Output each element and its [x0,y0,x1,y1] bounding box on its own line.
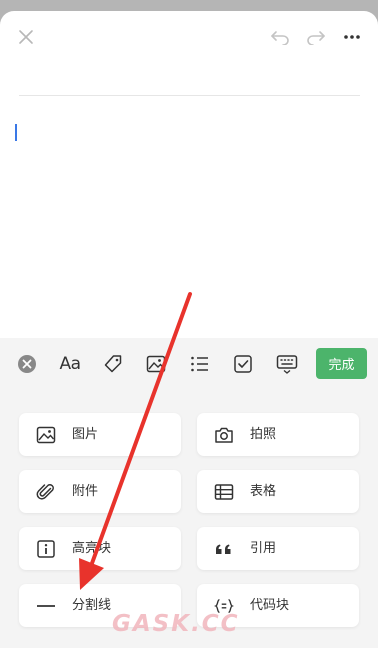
insert-quote-button[interactable]: 引用 [197,527,359,570]
editor-sheet: Aa 完成 图片 拍照 附件 表格 高亮块 引用 分割线 代码块 [0,11,378,648]
more-icon[interactable] [340,25,364,49]
close-circle-icon[interactable] [14,351,40,377]
title-divider [19,95,360,96]
insert-image-label: 图片 [72,427,99,442]
editor-topbar [0,11,378,63]
close-icon[interactable] [14,25,38,49]
watermark-text: GASK.CC [112,611,240,637]
table-icon [214,482,234,502]
font-label: Aa [59,354,81,374]
tag-icon[interactable] [100,351,126,377]
insert-code-block-label: 代码块 [250,598,290,613]
keyboard-icon[interactable] [274,351,300,377]
info-box-icon [36,539,56,559]
text-caret[interactable] [15,124,17,141]
insert-highlight-block-button[interactable]: 高亮块 [19,527,181,570]
list-icon[interactable] [187,351,213,377]
insert-photo-button[interactable]: 拍照 [197,413,359,456]
redo-icon[interactable] [304,25,328,49]
quote-icon [214,539,234,559]
insert-attachment-label: 附件 [72,484,99,499]
insert-table-button[interactable]: 表格 [197,470,359,513]
divider-line-icon [36,596,56,616]
insert-table-label: 表格 [250,484,277,499]
insert-photo-label: 拍照 [250,427,277,442]
camera-icon [214,425,234,445]
insert-divider-label: 分割线 [72,598,112,613]
undo-icon[interactable] [268,25,292,49]
format-toolbar: Aa 完成 [0,338,378,390]
checkbox-icon[interactable] [230,351,256,377]
done-button[interactable]: 完成 [316,348,367,379]
insert-attachment-button[interactable]: 附件 [19,470,181,513]
insert-panel: Aa 完成 图片 拍照 附件 表格 高亮块 引用 分割线 代码块 [0,338,378,648]
paperclip-icon [36,482,56,502]
insert-quote-label: 引用 [250,541,277,556]
image-icon [36,425,56,445]
image-icon[interactable] [143,351,169,377]
insert-highlight-block-label: 高亮块 [72,541,112,556]
insert-image-button[interactable]: 图片 [19,413,181,456]
font-button[interactable]: Aa [57,351,83,377]
